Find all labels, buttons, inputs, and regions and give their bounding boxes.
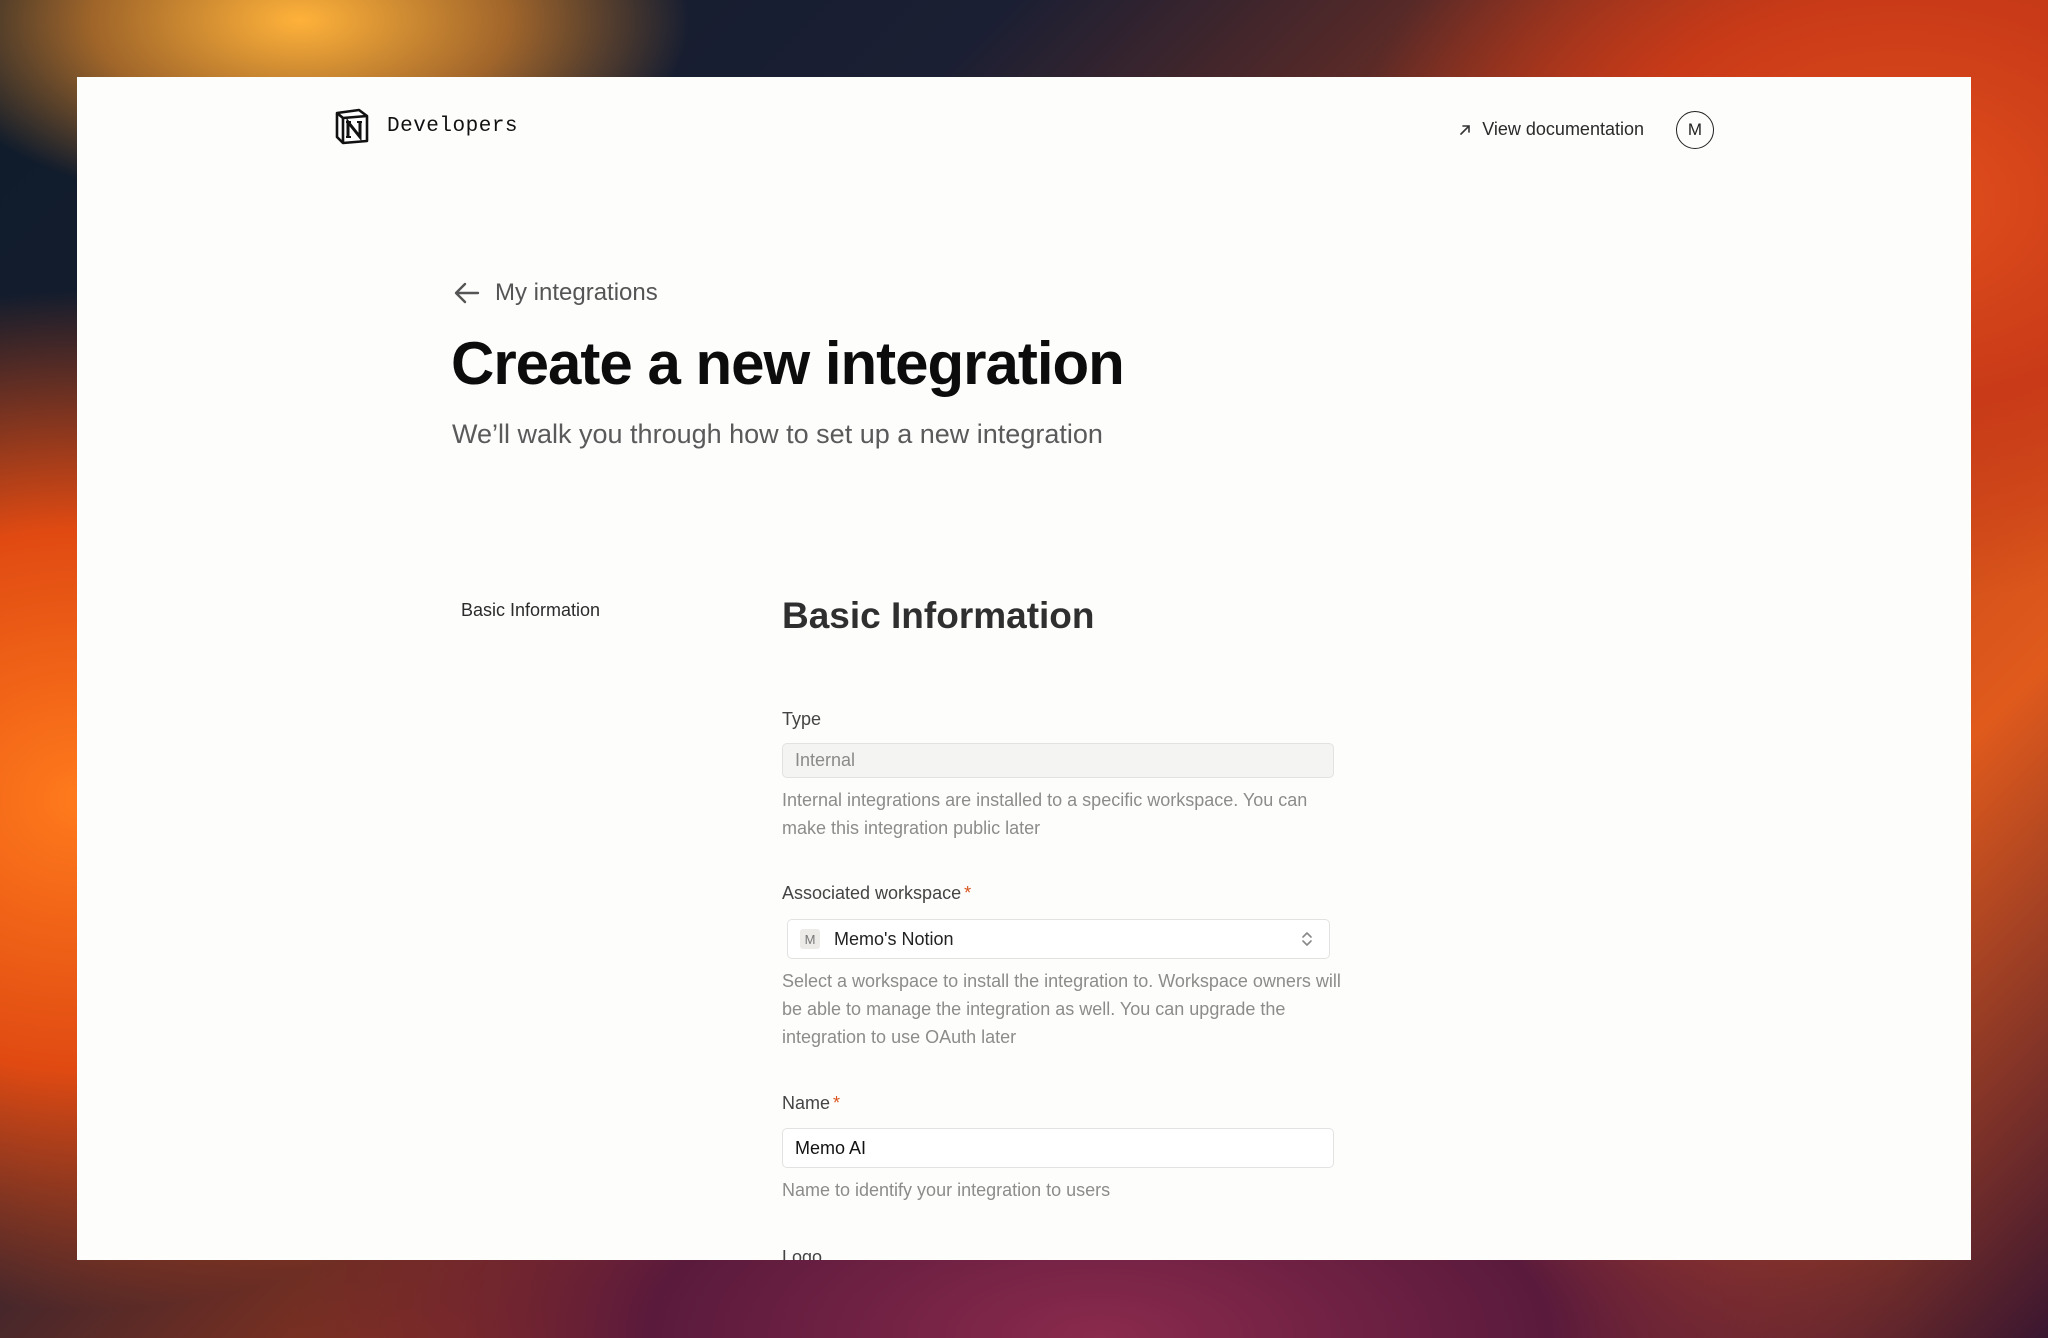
page-subtitle: We’ll walk you through how to set up a n… [452,419,1103,449]
type-help-text: Internal integrations are installed to a… [782,790,1308,838]
chevron-up-down-icon [1302,932,1312,946]
view-documentation-link[interactable]: View documentation [1458,119,1644,140]
notion-logo-icon [335,108,369,145]
brand-name: Developers [387,114,519,138]
external-arrow-icon [1460,124,1471,135]
back-link-label: My integrations [495,279,658,306]
required-mark: * [964,883,972,903]
name-help-text: Name to identify your integration to use… [782,1180,1111,1200]
workspace-badge: M [800,929,820,949]
workspace-select[interactable]: M Memo's Notion [787,919,1330,959]
name-label: Name * [782,1093,840,1114]
sidenav-item-basic-information[interactable]: Basic Information [461,600,600,621]
back-to-my-integrations[interactable]: My integrations [453,279,658,307]
name-value: Memo AI [795,1137,867,1158]
type-label: Type [782,709,822,729]
workspace-label: Associated workspace * [782,883,971,904]
type-value: Internal [795,750,856,770]
section-title: Basic Information [782,595,1095,636]
type-field: Internal [782,743,1334,778]
logo-label: Logo [782,1247,823,1260]
page-title: Create a new integration [451,330,1125,397]
name-input[interactable]: Memo AI [782,1128,1334,1168]
browser-window: Developers View documentation M My integ… [77,77,1971,1260]
workspace-help-text: Select a workspace to install the integr… [782,971,1341,1047]
workspace-label-text: Associated workspace [782,883,962,903]
top-bar: Developers View documentation M [77,77,1971,187]
name-label-text: Name [782,1093,831,1113]
user-avatar[interactable]: M [1676,111,1714,149]
workspace-value: Memo's Notion [834,928,954,949]
required-mark: * [833,1093,841,1113]
view-documentation-label: View documentation [1482,119,1644,139]
brand[interactable]: Developers [333,107,518,145]
arrow-left-icon [454,282,480,304]
